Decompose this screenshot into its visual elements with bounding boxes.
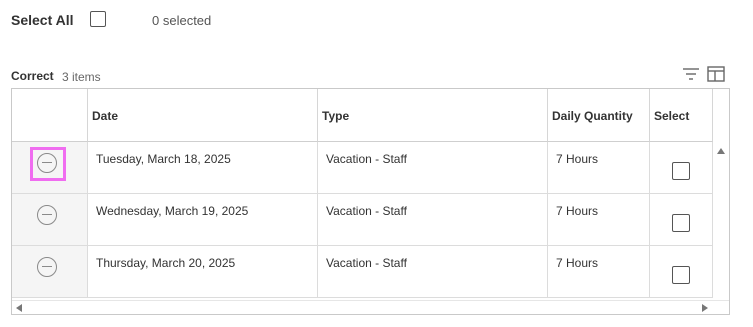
- date-cell: Wednesday, March 19, 2025: [88, 194, 318, 245]
- table-row: Tuesday, March 18, 2025 Vacation - Staff…: [12, 142, 713, 194]
- selected-count: 0 selected: [152, 13, 212, 28]
- select-all-checkbox[interactable]: [90, 11, 106, 27]
- scroll-right-arrow-icon[interactable]: [702, 304, 708, 312]
- column-header-select[interactable]: Select: [650, 89, 713, 142]
- select-cell: [650, 194, 713, 245]
- column-header-type[interactable]: Type: [318, 89, 548, 142]
- row-action-cell: [12, 246, 88, 297]
- data-grid: Date Type Daily Quantity Select Tuesday,…: [11, 88, 730, 315]
- remove-row-icon[interactable]: [37, 205, 57, 225]
- column-header-daily-quantity[interactable]: Daily Quantity: [548, 89, 650, 142]
- type-cell: Vacation - Staff: [318, 246, 548, 297]
- horizontal-scrollbar[interactable]: [12, 300, 729, 314]
- filter-icon[interactable]: [682, 67, 700, 81]
- column-header-action: [12, 89, 88, 142]
- vertical-scrollbar[interactable]: [713, 142, 729, 300]
- quantity-cell: 7 Hours: [548, 194, 650, 245]
- date-cell: Thursday, March 20, 2025: [88, 246, 318, 297]
- section-title: Correct: [11, 69, 54, 83]
- scroll-up-arrow-icon[interactable]: [717, 148, 725, 154]
- row-action-cell: [12, 142, 88, 193]
- row-select-checkbox[interactable]: [672, 162, 690, 180]
- select-all-label: Select All: [11, 12, 74, 28]
- table-row: Thursday, March 20, 2025 Vacation - Staf…: [12, 246, 713, 298]
- type-cell: Vacation - Staff: [318, 194, 548, 245]
- select-cell: [650, 142, 713, 193]
- type-cell: Vacation - Staff: [318, 142, 548, 193]
- layout-columns-icon[interactable]: [707, 66, 725, 82]
- row-select-checkbox[interactable]: [672, 214, 690, 232]
- remove-row-icon[interactable]: [37, 257, 57, 277]
- table-row: Wednesday, March 19, 2025 Vacation - Sta…: [12, 194, 713, 246]
- quantity-cell: 7 Hours: [548, 246, 650, 297]
- row-action-cell: [12, 194, 88, 245]
- quantity-cell: 7 Hours: [548, 142, 650, 193]
- column-header-date[interactable]: Date: [88, 89, 318, 142]
- select-cell: [650, 246, 713, 297]
- scroll-left-arrow-icon[interactable]: [16, 304, 22, 312]
- row-select-checkbox[interactable]: [672, 266, 690, 284]
- focus-highlight: [30, 147, 66, 181]
- date-cell: Tuesday, March 18, 2025: [88, 142, 318, 193]
- section-item-count: 3 items: [62, 70, 101, 84]
